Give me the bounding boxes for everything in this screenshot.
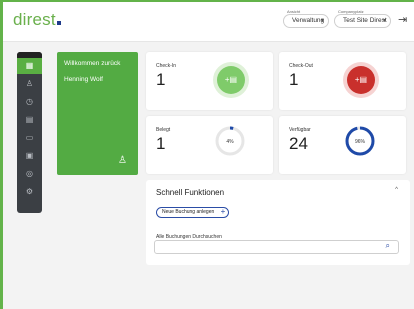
checkin-value: 1: [156, 70, 166, 89]
checkin-icon: +▤: [217, 66, 245, 94]
plus-icon: +: [220, 207, 226, 216]
sidebar-item-calendar[interactable]: ▣: [17, 148, 42, 164]
welcome-card: Willkommen zurück Henning Wolf ♙: [57, 52, 138, 175]
available-percent: 96%: [355, 139, 366, 145]
sidebar-item-documents[interactable]: ▤: [17, 112, 42, 128]
company-select[interactable]: Test Site Direst ▾: [334, 14, 391, 28]
sidebar: ▦ ♙ ◷ ▤ ▭ ▣ ◎ ⚙: [17, 52, 42, 213]
booking-search-input[interactable]: ⌕: [154, 240, 399, 254]
grid-icon: ▦: [25, 61, 34, 70]
top-bar: direst Ansicht Verwaltung ▾ Companyplatz…: [0, 0, 414, 42]
sidebar-item-guests[interactable]: ♙: [17, 76, 42, 92]
checkin-label: Check-In: [156, 63, 177, 69]
logout-icon[interactable]: ⇥: [398, 13, 407, 26]
user-icon: ♙: [118, 155, 127, 166]
coin-icon: ◎: [26, 169, 33, 178]
chevron-up-icon[interactable]: ^: [395, 187, 398, 193]
available-label: Verfügbar: [289, 127, 311, 133]
available-card[interactable]: Verfügbar 24 96%: [279, 116, 406, 174]
available-value: 24: [289, 134, 308, 153]
welcome-greeting: Willkommen zurück: [64, 60, 121, 67]
sidebar-item-cards[interactable]: ▭: [17, 130, 42, 146]
frame-accent-top: [0, 0, 414, 2]
quick-actions-title: Schnell Funktionen: [156, 188, 225, 197]
company-select-value: Test Site Direst: [343, 17, 387, 24]
settings-icon: ⚙: [25, 187, 34, 196]
sidebar-item-dashboard[interactable]: ▦: [17, 58, 42, 74]
sidebar-item-history[interactable]: ◷: [17, 94, 42, 110]
checkin-card[interactable]: Check-In 1 +▤: [146, 52, 273, 110]
available-ring: 96%: [345, 126, 375, 156]
checkout-label: Check-Out: [289, 63, 313, 69]
clock-icon: ◷: [26, 97, 33, 106]
app-logo[interactable]: direst: [13, 10, 61, 30]
calendar-icon: ▣: [25, 151, 34, 160]
occupied-label: Belegt: [156, 127, 171, 133]
document-icon: ▤: [25, 115, 34, 124]
checkout-icon: +▤: [347, 66, 375, 94]
quick-actions-panel: Schnell Funktionen ^ Neue Buchung anlege…: [146, 180, 410, 265]
chevron-down-icon: ▾: [382, 18, 386, 24]
new-booking-button[interactable]: Neue Buchung anlegen +: [156, 207, 230, 218]
occupied-value: 1: [156, 134, 166, 153]
search-icon[interactable]: ⌕: [386, 241, 390, 251]
view-select-value: Verwaltung: [292, 17, 325, 24]
new-booking-label: Neue Buchung anlegen: [162, 209, 215, 215]
view-select[interactable]: Verwaltung ▾: [283, 14, 329, 28]
welcome-user-name: Henning Wolf: [64, 76, 103, 83]
occupied-ring: 4%: [215, 126, 245, 156]
person-icon: ♙: [25, 79, 34, 88]
occupied-card[interactable]: Belegt 1 4%: [146, 116, 273, 174]
chevron-down-icon: ▾: [320, 18, 324, 24]
sidebar-item-settings[interactable]: ⚙: [17, 184, 42, 200]
checkout-card[interactable]: Check-Out 1 +▤: [279, 52, 406, 110]
sidebar-item-payments[interactable]: ◎: [17, 166, 42, 182]
card-icon: ▭: [25, 133, 34, 142]
checkout-value: 1: [289, 70, 299, 89]
frame-accent-left: [0, 0, 3, 309]
occupied-percent: 4%: [226, 139, 234, 145]
